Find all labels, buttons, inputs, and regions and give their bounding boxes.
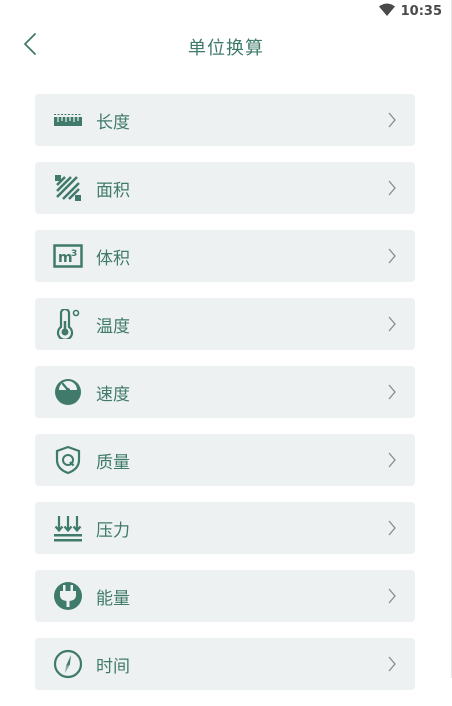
item-label: 长度 [96,113,130,133]
svg-text:3: 3 [71,249,77,259]
pressure-icon [53,514,83,542]
chevron-right-icon [387,180,397,196]
chevron-right-icon [387,656,397,672]
chevron-right-icon [387,520,397,536]
chevron-right-icon [387,316,397,332]
page-title: 单位换算 [188,38,264,59]
thermometer-icon [53,309,83,339]
list-item-volume[interactable]: m 3 体积 [35,230,415,282]
wifi-icon [378,3,395,20]
speedometer-icon [53,378,83,406]
chevron-right-icon [387,384,397,400]
shield-q-icon [53,445,83,475]
item-label: 压力 [96,521,130,541]
item-label: 温度 [96,317,130,337]
area-icon [53,174,83,202]
list-item-mass[interactable]: 质量 [35,434,415,486]
plug-icon [53,582,83,610]
list-item-area[interactable]: 面积 [35,162,415,214]
status-bar: 10:35 [0,0,452,24]
item-label: 时间 [96,657,130,677]
list-item-pressure[interactable]: 压力 [35,502,415,554]
status-right: 10:35 [378,3,442,20]
list-item-energy[interactable]: 能量 [35,570,415,622]
nav-bar: 单位换算 [0,24,452,68]
chevron-right-icon [387,452,397,468]
status-time: 10:35 [400,4,442,19]
cubic-meter-icon: m 3 [53,242,83,270]
chevron-right-icon [387,112,397,128]
chevron-right-icon [387,248,397,264]
item-label: 面积 [96,181,130,201]
unit-category-list: 长度 面积 m 3 体积 温度 速度 质量 压力 能量 时间 [35,94,415,706]
list-item-length[interactable]: 长度 [35,94,415,146]
list-item-temperature[interactable]: 温度 [35,298,415,350]
item-label: 体积 [96,249,130,269]
list-item-time[interactable]: 时间 [35,638,415,690]
chevron-right-icon [387,588,397,604]
ruler-icon [53,106,83,134]
item-label: 能量 [96,589,130,609]
item-label: 质量 [96,453,130,473]
compass-icon [53,649,83,679]
list-item-speed[interactable]: 速度 [35,366,415,418]
item-label: 速度 [96,385,130,405]
